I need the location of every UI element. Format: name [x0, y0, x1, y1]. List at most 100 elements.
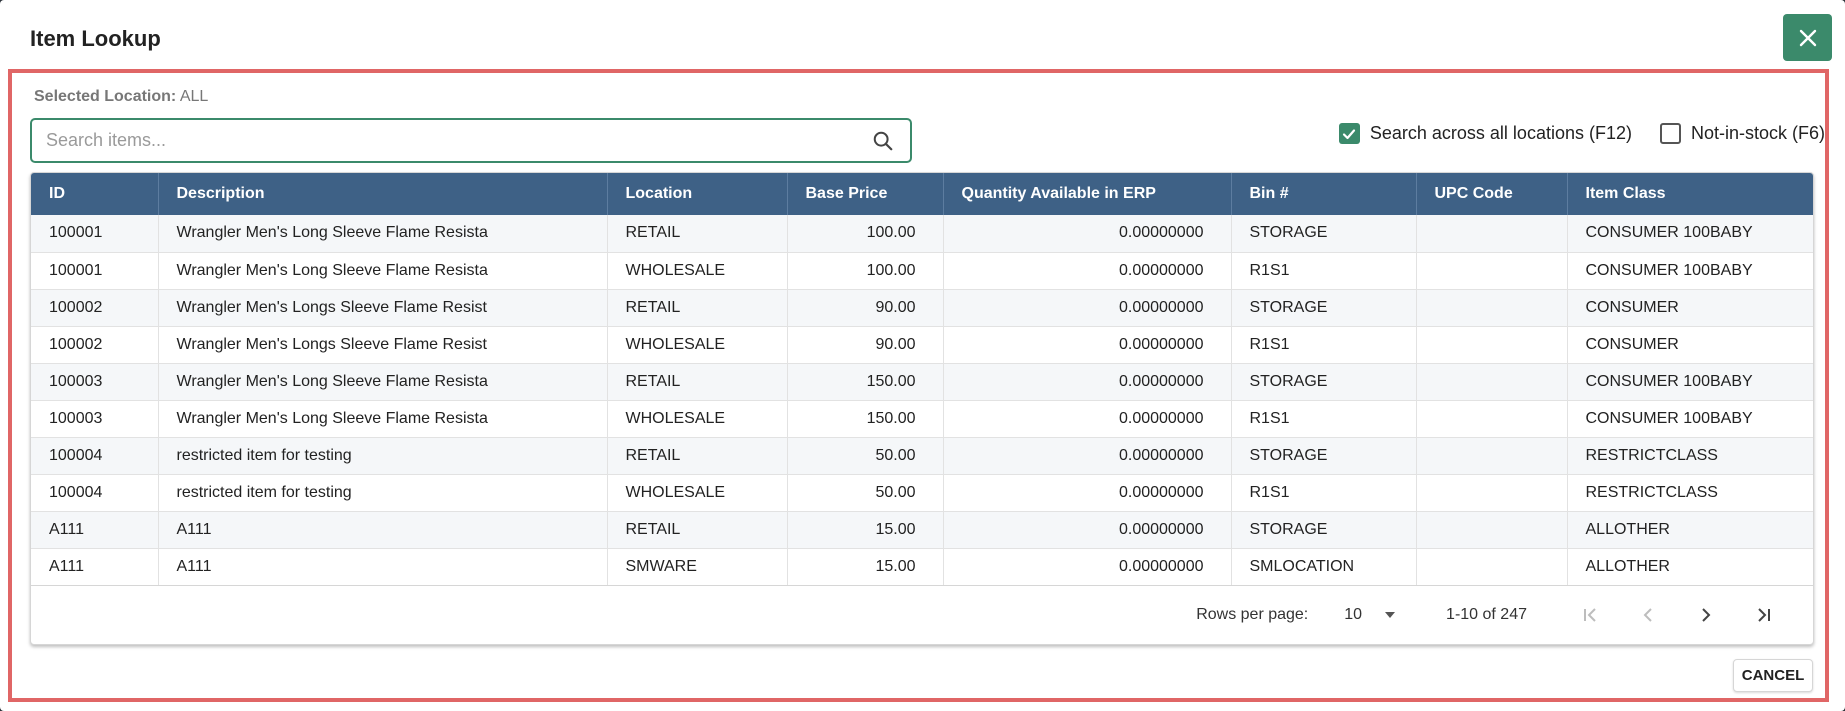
- cell-quantity: 0.00000000: [943, 437, 1232, 475]
- table-header-row: ID Description Location Base Price Quant…: [31, 173, 1813, 215]
- table-row[interactable]: 100001 Wrangler Men's Long Sleeve Flame R…: [31, 252, 1813, 290]
- dialog-title: Item Lookup: [30, 26, 161, 51]
- cell-description: Wrangler Men's Longs Sleeve Flame Resist: [158, 326, 608, 364]
- last-page-button[interactable]: [1735, 606, 1793, 624]
- cell-id: 100004: [31, 437, 159, 475]
- cell-location: RETAIL: [607, 511, 788, 549]
- cell-location: WHOLESALE: [607, 474, 788, 512]
- cell-base-price: 50.00: [787, 474, 944, 512]
- checkbox-checked[interactable]: [1338, 123, 1360, 144]
- search-all-locations-checkbox[interactable]: Search across all locations (F12): [1338, 123, 1632, 144]
- search-input[interactable]: [46, 120, 866, 161]
- cell-base-price: 100.00: [787, 252, 944, 290]
- cell-bin: STORAGE: [1231, 511, 1417, 549]
- checkbox-unchecked[interactable]: [1659, 123, 1681, 144]
- close-icon: [1799, 29, 1816, 46]
- cell-upc: [1416, 289, 1568, 327]
- not-in-stock-checkbox[interactable]: Not-in-stock (F6): [1659, 123, 1825, 144]
- chevron-left-icon: [1643, 608, 1652, 622]
- selected-location-label: Selected Location:: [34, 88, 177, 105]
- cancel-button[interactable]: CANCEL: [1733, 659, 1813, 692]
- cell-upc: [1416, 511, 1568, 549]
- cell-base-price: 90.00: [787, 326, 944, 364]
- cell-item-class: CONSUMER: [1567, 289, 1813, 327]
- column-header-base-price[interactable]: Base Price: [787, 173, 944, 215]
- cell-upc: [1416, 548, 1568, 586]
- rows-per-page-value: 10: [1344, 606, 1363, 623]
- cell-quantity: 0.00000000: [943, 511, 1232, 549]
- caret-down-icon: [1385, 612, 1396, 618]
- cell-description: restricted item for testing: [158, 474, 608, 512]
- cell-description: A111: [158, 548, 608, 586]
- chevron-right-icon: [1702, 608, 1711, 622]
- column-header-bin[interactable]: Bin #: [1231, 173, 1417, 215]
- cell-description: Wrangler Men's Longs Sleeve Flame Resist: [158, 289, 608, 327]
- search-options: Search across all locations (F12) Not-in…: [1338, 123, 1825, 144]
- cell-item-class: CONSUMER 100BABY: [1567, 400, 1813, 438]
- column-header-id[interactable]: ID: [31, 173, 159, 215]
- pagination-range: 1-10 of 247: [1446, 606, 1527, 623]
- cell-location: WHOLESALE: [607, 326, 788, 364]
- cell-item-class: RESTRICTCLASS: [1567, 437, 1813, 475]
- search-icon[interactable]: [872, 130, 894, 152]
- last-page-icon: [1758, 608, 1770, 622]
- cell-upc: [1416, 400, 1568, 438]
- cell-description: Wrangler Men's Long Sleeve Flame Resista: [158, 400, 608, 438]
- cell-location: RETAIL: [607, 289, 788, 327]
- column-header-item-class[interactable]: Item Class: [1567, 173, 1813, 215]
- cell-location: RETAIL: [607, 363, 788, 401]
- cell-id: 100002: [31, 289, 159, 327]
- column-header-upc[interactable]: UPC Code: [1416, 173, 1568, 215]
- cell-upc: [1416, 363, 1568, 401]
- cell-quantity: 0.00000000: [943, 252, 1232, 290]
- cell-quantity: 0.00000000: [943, 400, 1232, 438]
- cell-id: 100002: [31, 326, 159, 364]
- cell-id: 100003: [31, 363, 159, 401]
- column-header-location[interactable]: Location: [607, 173, 788, 215]
- close-button[interactable]: [1783, 14, 1832, 61]
- cell-location: RETAIL: [607, 437, 788, 475]
- cell-location: SMWARE: [607, 548, 788, 586]
- cell-description: restricted item for testing: [158, 437, 608, 475]
- cell-item-class: CONSUMER 100BABY: [1567, 252, 1813, 290]
- table-row[interactable]: A111 A111 SMWARE 15.00 0.00000000 SMLOCATION A…: [31, 548, 1813, 586]
- table-row[interactable]: 100004 restricted item for testing WHOLESA…: [31, 474, 1813, 512]
- cell-id: 100003: [31, 400, 159, 438]
- rows-per-page-select[interactable]: 10: [1344, 606, 1396, 624]
- table-row[interactable]: 100002 Wrangler Men's Longs Sleeve Flame …: [31, 326, 1813, 364]
- cell-description: A111: [158, 511, 608, 549]
- table-row[interactable]: 100002 Wrangler Men's Longs Sleeve Flame …: [31, 289, 1813, 327]
- first-page-button[interactable]: [1561, 606, 1619, 624]
- next-page-button[interactable]: [1677, 606, 1735, 624]
- cell-item-class: ALLOTHER: [1567, 511, 1813, 549]
- table-row[interactable]: 100004 restricted item for testing RETAIL 5…: [31, 437, 1813, 475]
- first-page-icon: [1584, 608, 1596, 622]
- cell-upc: [1416, 474, 1568, 512]
- cell-bin: STORAGE: [1231, 289, 1417, 327]
- table-row[interactable]: A111 A111 RETAIL 15.00 0.00000000 STORAGE ALLO…: [31, 511, 1813, 549]
- cell-quantity: 0.00000000: [943, 548, 1232, 586]
- column-header-quantity[interactable]: Quantity Available in ERP: [943, 173, 1232, 215]
- table-row[interactable]: 100003 Wrangler Men's Long Sleeve Flame R…: [31, 363, 1813, 401]
- selected-location: Selected Location: ALL: [34, 88, 208, 106]
- cell-bin: R1S1: [1231, 252, 1417, 290]
- table-row[interactable]: 100003 Wrangler Men's Long Sleeve Flame R…: [31, 400, 1813, 438]
- selected-location-value: ALL: [179, 88, 209, 105]
- table-row[interactable]: 100001 Wrangler Men's Long Sleeve Flame R…: [31, 215, 1813, 253]
- cell-bin: STORAGE: [1231, 363, 1417, 401]
- cell-quantity: 0.00000000: [943, 474, 1232, 512]
- cell-bin: R1S1: [1231, 474, 1417, 512]
- search-field: [30, 118, 912, 163]
- column-header-description[interactable]: Description: [158, 173, 608, 215]
- cell-upc: [1416, 326, 1568, 364]
- cell-bin: R1S1: [1231, 400, 1417, 438]
- cell-id: 100004: [31, 474, 159, 512]
- cell-item-class: RESTRICTCLASS: [1567, 474, 1813, 512]
- cell-bin: STORAGE: [1231, 215, 1417, 253]
- previous-page-button[interactable]: [1619, 606, 1677, 624]
- cell-bin: STORAGE: [1231, 437, 1417, 475]
- cell-location: RETAIL: [607, 215, 788, 253]
- cell-item-class: CONSUMER 100BABY: [1567, 215, 1813, 253]
- cell-quantity: 0.00000000: [943, 289, 1232, 327]
- cell-quantity: 0.00000000: [943, 363, 1232, 401]
